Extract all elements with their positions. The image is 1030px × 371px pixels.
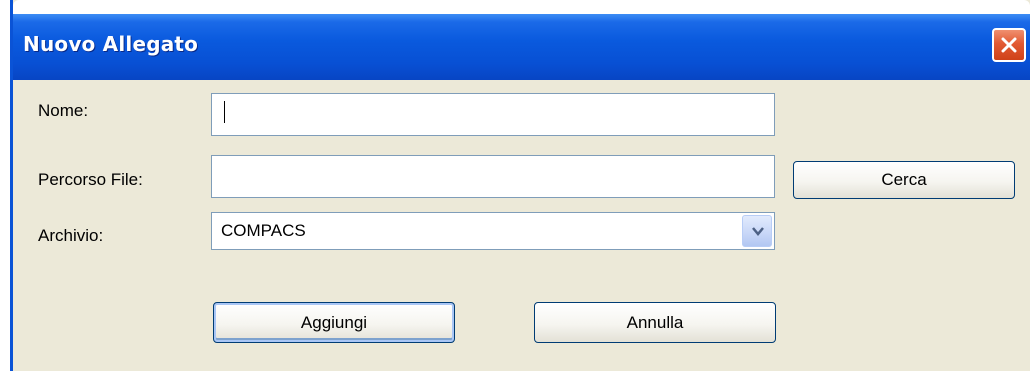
archivio-select[interactable]: COMPACS	[211, 212, 775, 250]
cerca-button-label: Cerca	[881, 170, 927, 189]
close-button[interactable]	[992, 28, 1026, 62]
archivio-dropdown-button[interactable]	[742, 215, 772, 247]
cerca-button[interactable]: Cerca	[793, 161, 1015, 199]
aggiungi-button[interactable]: Aggiungi	[213, 302, 455, 343]
close-icon	[1001, 37, 1017, 53]
archivio-selected-value: COMPACS	[221, 221, 306, 240]
chevron-down-icon	[752, 227, 764, 236]
text-caret	[224, 101, 225, 123]
percorso-file-label: Percorso File:	[38, 170, 143, 189]
nome-label: Nome:	[38, 101, 89, 120]
dialog-window: Nuovo Allegato Nome: Percorso File: Cerc…	[10, 0, 1030, 371]
nome-input[interactable]	[211, 93, 775, 136]
aggiungi-button-label: Aggiungi	[300, 313, 368, 332]
archivio-label: Archivio:	[38, 226, 104, 245]
annulla-button[interactable]: Annulla	[534, 302, 776, 343]
percorso-file-input[interactable]	[211, 155, 775, 198]
title-bar[interactable]: Nuovo Allegato	[13, 0, 1030, 80]
annulla-button-label: Annulla	[626, 313, 684, 332]
window-title: Nuovo Allegato	[23, 32, 199, 56]
